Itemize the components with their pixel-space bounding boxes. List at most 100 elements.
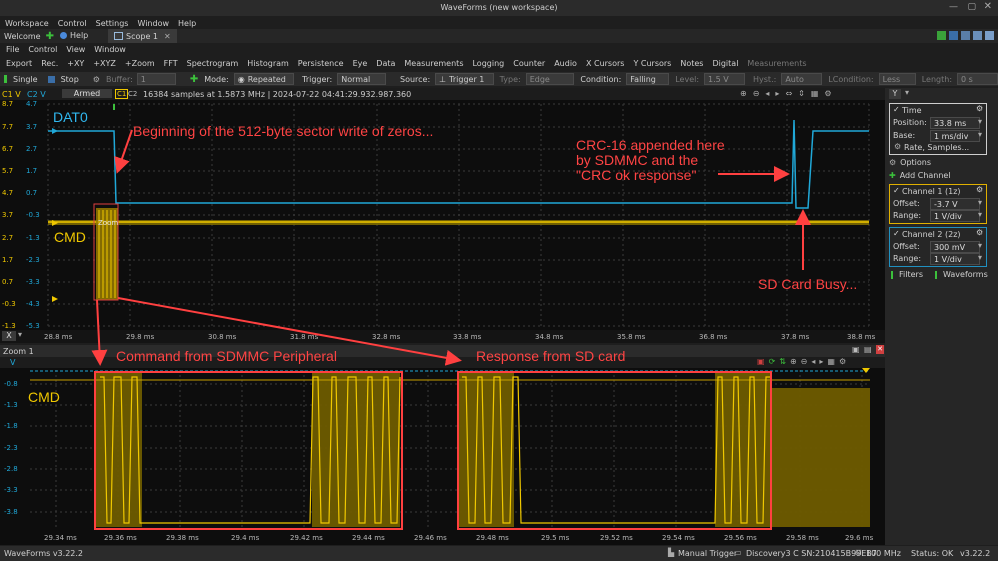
zoom-plot-svg[interactable] bbox=[0, 368, 885, 545]
zoom-out-icon[interactable]: ⊖ bbox=[753, 89, 760, 98]
rate-samples-button[interactable]: Rate, Samples... bbox=[904, 143, 969, 152]
ch2-settings-icon[interactable]: ⚙ bbox=[976, 228, 983, 237]
zoom-float-icon[interactable]: ▤ bbox=[864, 345, 872, 354]
zoom-sync-icon[interactable]: ⇅ bbox=[779, 357, 786, 366]
ch2-offset-marker[interactable] bbox=[52, 128, 58, 134]
maximize-icon[interactable]: ▢ bbox=[967, 2, 976, 12]
time-settings-icon[interactable]: ⚙ bbox=[976, 104, 983, 113]
menu-settings[interactable]: Settings bbox=[96, 19, 129, 28]
zoom-right-icon[interactable]: ▸ bbox=[819, 357, 823, 366]
ch1-range-field[interactable]: 1 V/div bbox=[930, 210, 980, 222]
close-icon[interactable]: ✕ bbox=[984, 1, 992, 12]
time-checkbox[interactable]: ✓ bbox=[893, 105, 900, 114]
zoom-settings-icon[interactable]: ⚙ bbox=[839, 357, 846, 366]
menu-scope-control[interactable]: Control bbox=[28, 45, 57, 54]
minimize-icon[interactable]: — bbox=[949, 2, 958, 12]
trigger-level-marker[interactable] bbox=[52, 296, 58, 302]
length-field[interactable]: 0 s bbox=[957, 73, 998, 85]
waveforms-tab[interactable]: Waveforms bbox=[943, 270, 988, 279]
x-axis-button[interactable]: X bbox=[2, 331, 16, 341]
zoom-out-icon[interactable]: ⊖ bbox=[801, 357, 808, 366]
stop-all-icon[interactable] bbox=[949, 31, 958, 40]
tool-xy[interactable]: +XY bbox=[67, 59, 84, 68]
tab-scope[interactable]: Scope 1 ✕ bbox=[108, 29, 177, 43]
pan-left-icon[interactable]: ◂ bbox=[765, 89, 769, 98]
zoom-record-icon[interactable]: ▣ bbox=[757, 357, 765, 366]
tab-welcome[interactable]: Welcome ✚ bbox=[4, 31, 54, 42]
y-button[interactable]: Y bbox=[889, 89, 901, 99]
add-icon[interactable]: ✚ bbox=[190, 74, 198, 85]
tool-data[interactable]: Data bbox=[376, 59, 395, 68]
ch1-offset-dropdown-icon[interactable]: ▾ bbox=[978, 198, 982, 207]
side-menu-icon[interactable]: ▾ bbox=[905, 88, 909, 97]
tool-digital[interactable]: Digital bbox=[712, 59, 738, 68]
tool-counter[interactable]: Counter bbox=[513, 59, 545, 68]
tool-audio[interactable]: Audio bbox=[554, 59, 577, 68]
lcondition-select[interactable]: Less bbox=[878, 73, 916, 85]
tool-rec[interactable]: Rec. bbox=[41, 59, 58, 68]
zoom-grid-icon[interactable]: ▦ bbox=[827, 357, 835, 366]
tool-histogram[interactable]: Histogram bbox=[247, 59, 289, 68]
single-button[interactable]: Single bbox=[4, 75, 38, 84]
zoom-in-icon[interactable]: ⊕ bbox=[740, 89, 747, 98]
grid-icon[interactable]: ▦ bbox=[811, 89, 819, 98]
tool-spectrogram[interactable]: Spectrogram bbox=[187, 59, 239, 68]
tool-logging[interactable]: Logging bbox=[472, 59, 504, 68]
add-channel-button[interactable]: ✚ Add Channel bbox=[889, 171, 951, 180]
options-row[interactable]: ⚙ Options bbox=[889, 158, 931, 167]
stop-button[interactable]: Stop bbox=[47, 75, 79, 84]
ch1-checkbox[interactable]: ✓ bbox=[893, 186, 900, 195]
tab-help[interactable]: Help bbox=[60, 31, 88, 40]
ch2-offset-field[interactable]: 300 mV bbox=[930, 241, 980, 253]
zoom-refresh-icon[interactable]: ⟳ bbox=[769, 357, 776, 366]
trigger-select[interactable]: Normal bbox=[337, 73, 386, 85]
window-icon[interactable] bbox=[985, 31, 994, 40]
menu-workspace[interactable]: Workspace bbox=[5, 19, 49, 28]
tool-persistence[interactable]: Persistence bbox=[298, 59, 344, 68]
run-all-icon[interactable] bbox=[937, 31, 946, 40]
x-axis-menu-icon[interactable]: ▾ bbox=[18, 330, 22, 339]
cursor-icon[interactable]: ⇕ bbox=[798, 89, 805, 98]
zoom-pin-icon[interactable]: ▣ bbox=[852, 345, 860, 354]
ch2-checkbox[interactable]: ✓ bbox=[893, 229, 900, 238]
add-icon[interactable]: ✚ bbox=[46, 31, 54, 42]
zoom-left-icon[interactable]: ◂ bbox=[811, 357, 815, 366]
ch2-range-field[interactable]: 1 V/div bbox=[930, 253, 980, 265]
ch2-offset-dropdown-icon[interactable]: ▾ bbox=[978, 241, 982, 250]
type-select[interactable]: Edge bbox=[525, 73, 575, 85]
menu-window[interactable]: Window bbox=[137, 19, 169, 28]
buffer-field[interactable]: 1 bbox=[136, 73, 176, 85]
source-select[interactable]: ⊥ Trigger 1 bbox=[435, 73, 494, 85]
mode-select[interactable]: ◉ Repeated bbox=[233, 73, 295, 85]
fit-icon[interactable]: ⇔ bbox=[785, 89, 792, 98]
hyst-field[interactable]: Auto bbox=[781, 73, 823, 85]
pan-right-icon[interactable]: ▸ bbox=[775, 89, 779, 98]
ch1-settings-icon[interactable]: ⚙ bbox=[976, 185, 983, 194]
menu-scope-window[interactable]: Window bbox=[94, 45, 126, 54]
tool-y-cursors[interactable]: Y Cursors bbox=[633, 59, 671, 68]
menu-control[interactable]: Control bbox=[58, 19, 87, 28]
tool-xyz[interactable]: +XYZ bbox=[93, 59, 116, 68]
ch1-offset-field[interactable]: -3.7 V bbox=[930, 198, 980, 210]
tool-x-cursors[interactable]: X Cursors bbox=[586, 59, 625, 68]
manual-trigger-button[interactable]: Manual Trigger bbox=[678, 549, 737, 558]
zoom-in-icon[interactable]: ⊕ bbox=[790, 357, 797, 366]
base-dropdown-icon[interactable]: ▾ bbox=[978, 130, 982, 139]
frequency-info[interactable]: 100 MHz bbox=[866, 549, 901, 558]
base-field[interactable]: 1 ms/div bbox=[930, 130, 980, 142]
menu-file[interactable]: File bbox=[6, 45, 19, 54]
level-field[interactable]: 1.5 V bbox=[704, 73, 746, 85]
settings-gear-icon[interactable]: ⚙ bbox=[93, 75, 100, 84]
tool-eye[interactable]: Eye bbox=[353, 59, 368, 68]
position-field[interactable]: 33.8 ms bbox=[930, 117, 980, 129]
position-dropdown-icon[interactable]: ▾ bbox=[978, 117, 982, 126]
tool-zoom[interactable]: +Zoom bbox=[125, 59, 155, 68]
menu-view[interactable]: View bbox=[66, 45, 85, 54]
scope-settings-icon[interactable]: ⚙ bbox=[824, 89, 831, 98]
condition-select[interactable]: Falling bbox=[626, 73, 670, 85]
zoom-close-icon[interactable]: ✕ bbox=[876, 345, 884, 354]
ch1-range-dropdown-icon[interactable]: ▾ bbox=[978, 210, 982, 219]
tile-icon[interactable] bbox=[973, 31, 982, 40]
tool-fft[interactable]: FFT bbox=[164, 59, 178, 68]
tool-measurements[interactable]: Measurements bbox=[404, 59, 463, 68]
